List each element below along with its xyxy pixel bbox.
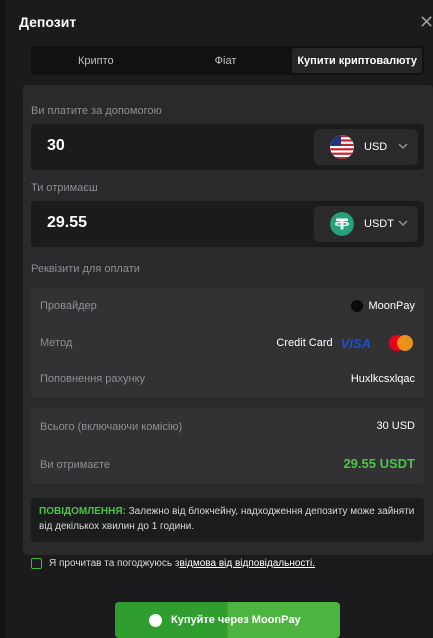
method-label: Метод	[40, 337, 73, 349]
pay-amount-field[interactable]: 30 USD	[31, 124, 424, 170]
moonpay-icon	[350, 300, 363, 312]
chevron-down-icon	[398, 220, 408, 227]
agreement-checkbox[interactable]	[31, 557, 42, 569]
receive-label: Ти отримаєш	[31, 182, 98, 194]
pay-amount-value[interactable]: 30	[47, 137, 65, 155]
pay-currency-code: USD	[364, 141, 388, 153]
provider-value-group: MoonPay	[350, 300, 415, 312]
payment-details-heading: Реквізити для оплати	[31, 263, 140, 275]
agreement-text: Я прочитав та погоджуюсь з	[49, 557, 180, 569]
tab-crypto[interactable]: Крипто	[31, 46, 161, 75]
tab-fiat[interactable]: Фіат	[161, 46, 291, 75]
provider-label: Провайдер	[40, 300, 97, 312]
total-label: Всього (включаючи комісію)	[40, 421, 183, 433]
receive-amount-field[interactable]: 29.55 USDT	[31, 201, 424, 247]
buy-moonpay-button[interactable]: Купуйте через MoonPay	[115, 602, 340, 638]
account-label: Поповнення рахунку	[40, 373, 146, 385]
totals-panel: Всього (включаючи комісію) 30 USD Ви отр…	[31, 408, 424, 484]
tab-buy-crypto[interactable]: Купити криптовалюту	[292, 48, 423, 73]
modal-header: Депозит ✕	[0, 0, 433, 44]
you-receive-label: Ви отримаєте	[40, 459, 111, 471]
disclaimer-link[interactable]: відмова від відповідальності.	[180, 558, 315, 569]
pay-label: Ви платите за допомогою	[31, 105, 162, 117]
account-value: Huxlkcsxlqac	[350, 373, 415, 385]
deposit-modal: Депозит ✕ Крипто Фіат Купити криптовалют…	[0, 0, 433, 638]
chevron-down-icon	[398, 143, 408, 150]
us-flag-icon	[330, 135, 354, 159]
receive-amount-value[interactable]: 29.55	[47, 214, 87, 232]
mastercard-logo	[389, 335, 413, 351]
you-receive-value: 29.55 USDT	[343, 456, 415, 471]
receive-currency-code: USDT	[364, 218, 394, 230]
tether-icon	[330, 212, 354, 236]
total-value: 30 USD	[376, 420, 415, 432]
payment-details-panel: Провайдер MoonPay Метод Credit Card VISA…	[31, 288, 424, 398]
agreement-row: Я прочитав та погоджуюсь з відмова від в…	[31, 556, 315, 570]
moonpay-icon	[149, 614, 162, 627]
method-value-group: Credit Card VISA	[276, 334, 415, 352]
provider-value: MoonPay	[368, 300, 415, 312]
visa-logo: VISA	[340, 335, 371, 351]
deposit-tabs: Крипто Фіат Купити криптовалюту	[31, 46, 424, 75]
receive-currency-select[interactable]: USDT	[314, 206, 418, 242]
method-value: Credit Card	[276, 337, 333, 349]
notice-prefix: ПОВІДОМЛЕННЯ:	[39, 506, 126, 517]
pay-currency-select[interactable]: USD	[314, 129, 418, 165]
close-icon[interactable]: ✕	[419, 10, 433, 34]
notice-box: ПОВІДОМЛЕННЯ: Залежно від блокчейну, над…	[31, 498, 424, 542]
buy-button-label: Купуйте через MoonPay	[171, 614, 301, 626]
modal-title: Депозит	[19, 14, 77, 30]
